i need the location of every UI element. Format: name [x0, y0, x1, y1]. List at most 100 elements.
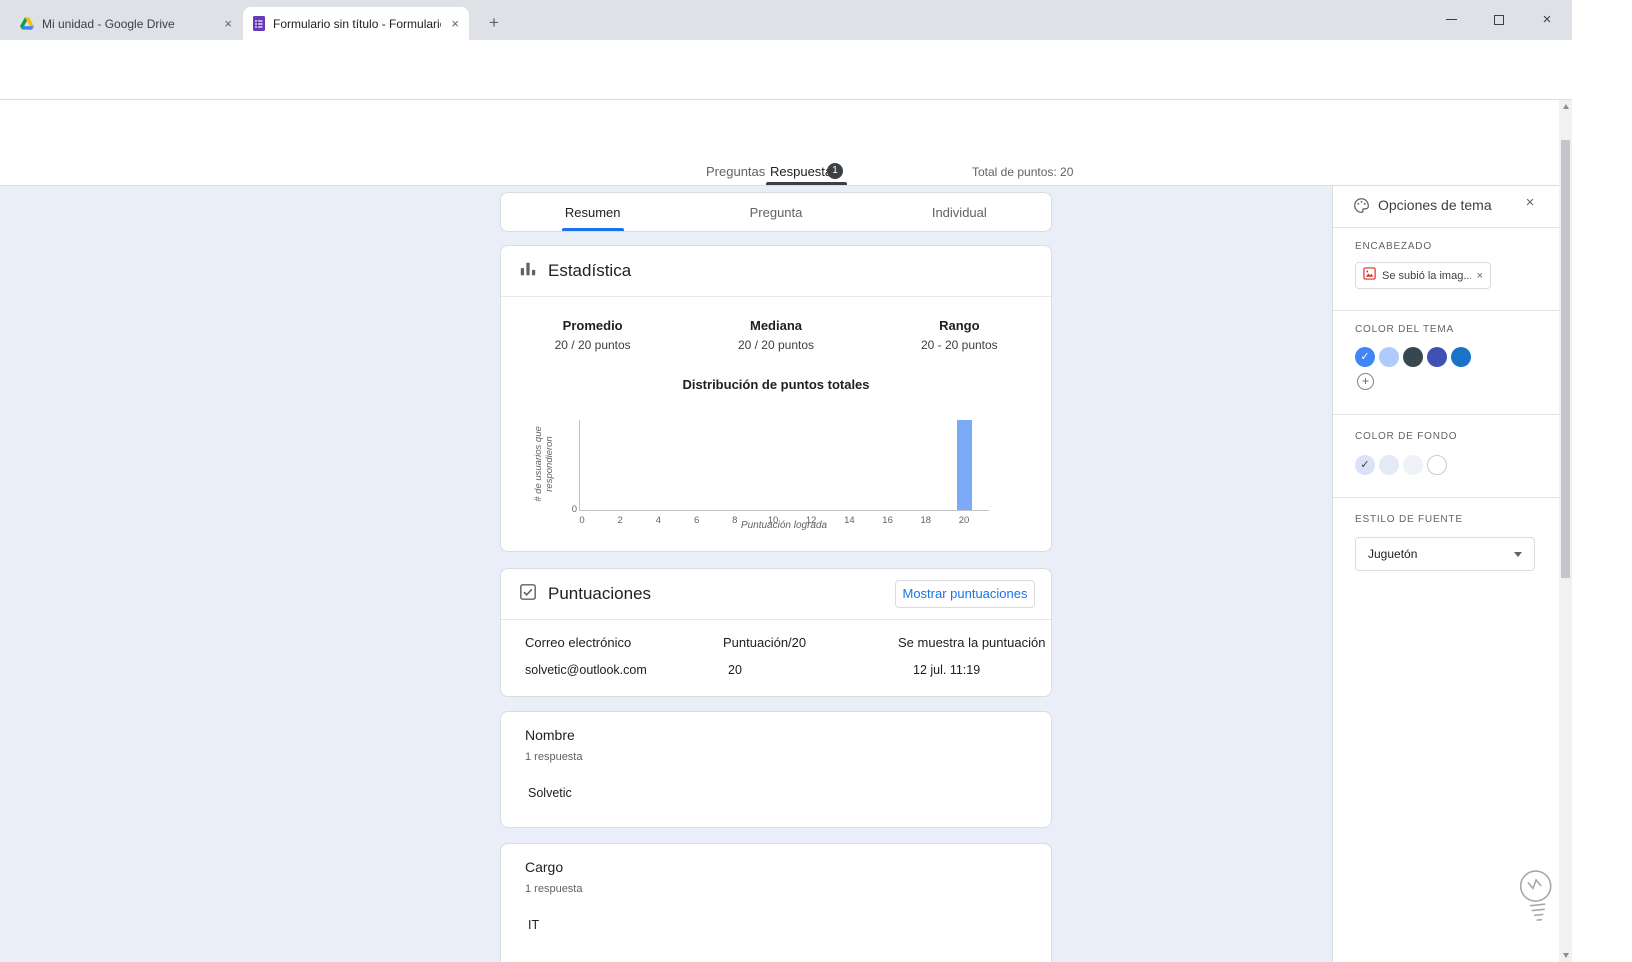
- background-color-swatch-0[interactable]: ✓: [1355, 455, 1375, 475]
- section-color-tema: COLOR DEL TEMA: [1355, 324, 1454, 335]
- resumen-underline: [561, 228, 624, 231]
- metric-value: 20 - 20 puntos: [920, 338, 998, 352]
- new-tab-button[interactable]: +: [482, 11, 506, 35]
- font-style-value: Juguetón: [1368, 547, 1418, 561]
- metric-rango: Rango 20 - 20 puntos: [868, 318, 1051, 352]
- window-maximize-button[interactable]: [1476, 0, 1522, 39]
- show-scores-button[interactable]: Mostrar puntuaciones: [895, 580, 1035, 608]
- browser-window: Mi unidad - Google Drive × Formulario si…: [0, 0, 1572, 962]
- background-color-row: ✓: [1355, 455, 1447, 475]
- question-title: Nombre: [525, 727, 575, 743]
- close-tab-icon[interactable]: ×: [449, 16, 461, 31]
- question-card-cargo: Cargo 1 respuesta IT: [500, 843, 1052, 962]
- chevron-down-icon: [1514, 551, 1522, 557]
- section-color-fondo: COLOR DE FONDO: [1355, 431, 1458, 442]
- metric-mediana: Mediana 20 / 20 puntos: [684, 318, 867, 352]
- section-estilo-fuente: ESTILO DE FUENTE: [1355, 514, 1463, 525]
- check-square-icon: [519, 583, 537, 606]
- tab-resumen-label: Resumen: [564, 204, 621, 220]
- bookmarks-bar: Aplicaciones: [0, 79, 1572, 175]
- header-image-chip[interactable]: Se subió la imag... ×: [1355, 262, 1491, 289]
- metric-value: 20 / 20 puntos: [554, 338, 631, 352]
- chart-plot: 0 2 4 6 8 10 12 14 16 18 20 0: [572, 420, 989, 526]
- maximize-icon: [1494, 14, 1504, 25]
- y-tick-label: 0: [571, 504, 577, 515]
- palette-icon: [1353, 197, 1370, 214]
- theme-options-panel: Opciones de tema × ENCABEZADO Se subió l…: [1332, 186, 1559, 962]
- browser-toolbar: ← → ↻ docs.google.com/forms/d/1pi0aiHClc…: [0, 40, 1572, 114]
- background-color-swatch-3[interactable]: [1427, 455, 1447, 475]
- add-custom-color-button[interactable]: +: [1357, 373, 1374, 390]
- theme-color-swatch-4[interactable]: [1451, 347, 1471, 367]
- browser-tab-strip: Mi unidad - Google Drive × Formulario si…: [0, 0, 1572, 40]
- lightbulb-sketch: [1507, 861, 1568, 935]
- theme-color-swatch-0[interactable]: ✓: [1355, 347, 1375, 367]
- google-forms-icon: [253, 16, 265, 31]
- metrics-row: Promedio 20 / 20 puntos Mediana 20 / 20 …: [501, 318, 1051, 352]
- chart-title: Distribución de puntos totales: [682, 377, 870, 392]
- metric-promedio: Promedio 20 / 20 puntos: [501, 318, 684, 352]
- triangle-up-icon: [1562, 104, 1569, 109]
- chart-y-axis-label: # de usuarios que respondieron: [533, 426, 555, 502]
- cell-shown: 12 jul. 11:19: [913, 663, 981, 677]
- close-icon: ×: [1542, 11, 1552, 28]
- column-header-score: Puntuación/20: [723, 635, 807, 650]
- google-drive-icon: [20, 17, 34, 30]
- browser-tab-forms[interactable]: Formulario sin título - Formulario ×: [243, 7, 469, 40]
- theme-color-swatch-3[interactable]: [1427, 347, 1447, 367]
- close-panel-icon[interactable]: ×: [1521, 194, 1539, 211]
- divider: [1333, 414, 1559, 415]
- question-answer: IT: [528, 918, 540, 932]
- close-tab-icon[interactable]: ×: [222, 16, 234, 31]
- chart-bar: [956, 420, 972, 510]
- question-card-nombre: Nombre 1 respuesta Solvetic: [500, 711, 1052, 828]
- form-tabs: Preguntas Respuestas 1 Total de puntos: …: [0, 161, 1572, 186]
- tab-title: Mi unidad - Google Drive: [42, 16, 175, 31]
- tab-pregunta-label: Pregunta: [749, 204, 803, 220]
- question-response-count: 1 respuesta: [525, 883, 583, 895]
- image-icon: [1363, 266, 1376, 285]
- remove-image-icon[interactable]: ×: [1477, 270, 1483, 282]
- font-style-dropdown[interactable]: Juguetón: [1355, 537, 1535, 571]
- question-response-count: 1 respuesta: [525, 751, 583, 763]
- cell-score: 20: [728, 663, 742, 677]
- tab-individual[interactable]: Individual: [868, 193, 1051, 231]
- column-header-email: Correo electrónico: [525, 635, 632, 650]
- theme-color-swatch-2[interactable]: [1403, 347, 1423, 367]
- cell-email[interactable]: solvetic@outlook.com: [525, 663, 647, 677]
- responses-count-badge: 1: [827, 163, 843, 179]
- chart-x-axis-label: Puntuación lograda: [740, 520, 828, 531]
- minimize-icon: [1445, 19, 1457, 20]
- page-scrollbar[interactable]: [1559, 100, 1572, 962]
- window-minimize-button[interactable]: [1428, 0, 1474, 39]
- divider: [1333, 227, 1559, 228]
- section-encabezado: ENCABEZADO: [1355, 241, 1432, 252]
- background-color-swatch-1[interactable]: [1379, 455, 1399, 475]
- tab-preguntas[interactable]: Preguntas: [706, 164, 765, 179]
- check-icon: ✓: [1360, 350, 1370, 363]
- scroll-up-button[interactable]: [1559, 100, 1572, 113]
- theme-color-swatch-1[interactable]: [1379, 347, 1399, 367]
- scrollbar-thumb[interactable]: [1561, 140, 1570, 578]
- tab-pregunta[interactable]: Pregunta: [684, 193, 867, 231]
- tab-resumen[interactable]: Resumen: [501, 193, 684, 231]
- scroll-down-button[interactable]: [1559, 949, 1572, 962]
- metric-label: Mediana: [749, 318, 802, 333]
- bar-chart-icon: [519, 260, 537, 283]
- metric-label: Rango: [939, 318, 980, 333]
- header-image-name: Se subió la imag...: [1382, 269, 1471, 282]
- window-close-button[interactable]: ×: [1524, 0, 1570, 39]
- statistics-title: Estadística: [548, 261, 632, 280]
- divider: [1333, 497, 1559, 498]
- metric-label: Promedio: [562, 318, 623, 333]
- background-color-swatch-2[interactable]: [1403, 455, 1423, 475]
- panel-title: Opciones de tema: [1378, 197, 1492, 213]
- question-answer: Solvetic: [528, 786, 572, 800]
- statistics-header: Estadística: [501, 246, 1051, 297]
- forms-header: Formulario sin título ☆ Se guardaron tod…: [0, 100, 1572, 245]
- browser-tab-drive[interactable]: Mi unidad - Google Drive ×: [10, 7, 242, 40]
- theme-color-row: ✓: [1355, 347, 1471, 367]
- question-title: Cargo: [525, 859, 564, 875]
- scores-title: Puntuaciones: [548, 584, 652, 603]
- total-points-label: Total de puntos: 20: [972, 165, 1074, 179]
